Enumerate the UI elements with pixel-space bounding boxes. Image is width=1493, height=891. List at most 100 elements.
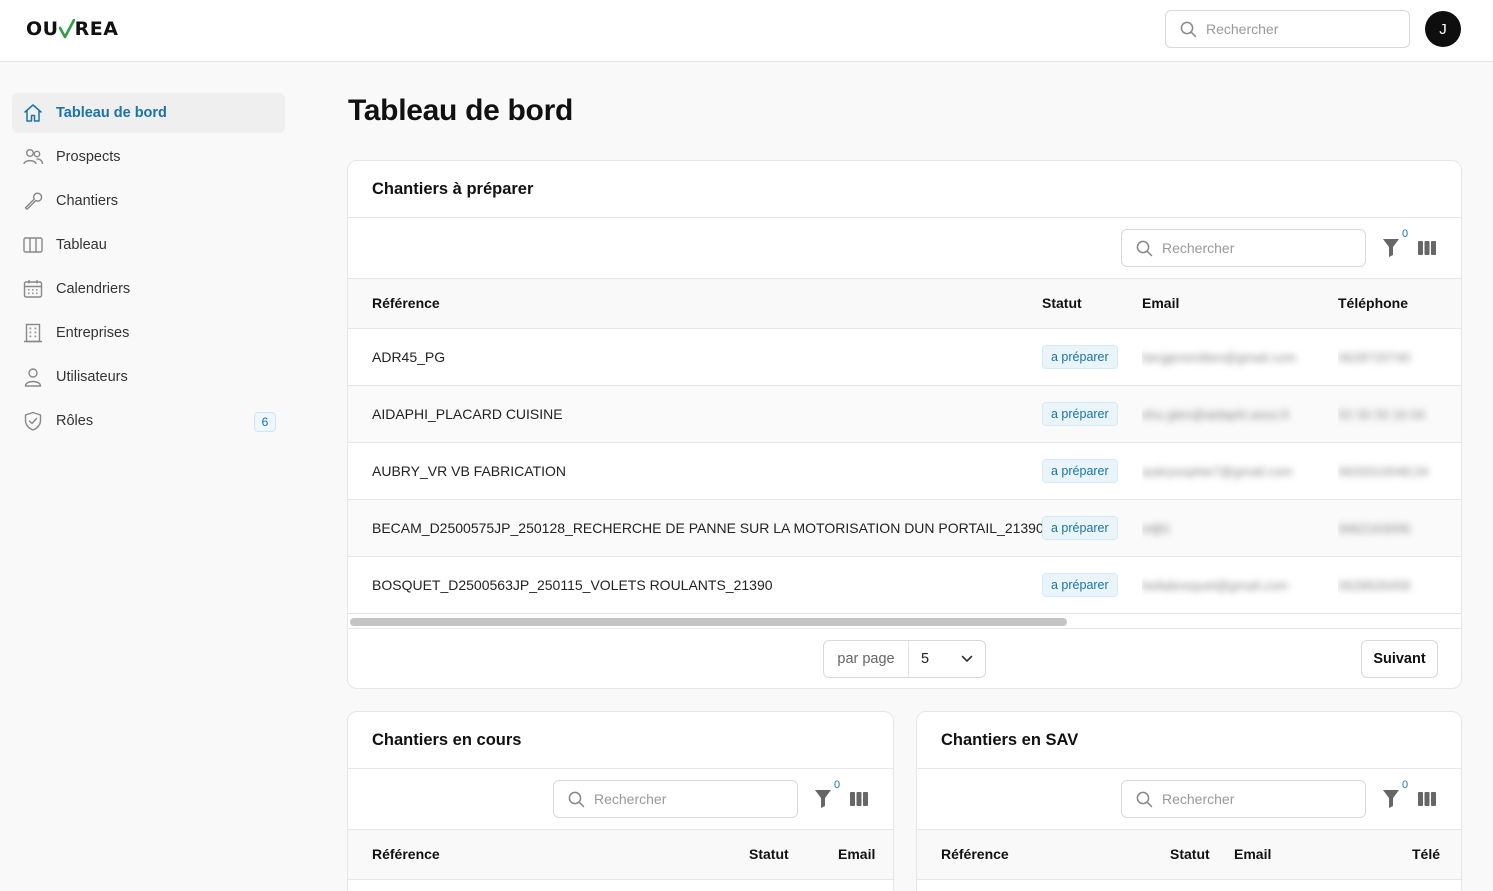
filter-button[interactable]: 0 [1382, 778, 1412, 811]
table-toolbar: 0 [348, 218, 1461, 279]
sidebar-item-label: Calendriers [56, 281, 131, 297]
cell-email: bellabosquet@gmail.com [1142, 556, 1338, 614]
column-header-reference[interactable]: Référence [348, 279, 1042, 329]
column-header-statut[interactable]: Statut [1170, 830, 1234, 880]
wrench-icon [22, 190, 44, 212]
table-search-input[interactable] [1162, 240, 1342, 256]
table-row[interactable]: ADR45_PG a préparer bergjeremilien@gmail… [348, 328, 1461, 386]
phone-value: 02 33 33 16 04 [1338, 406, 1425, 422]
cell-reference: AUBRY_VR VB FABRICATION [348, 442, 1042, 500]
table-row[interactable]: AIDAPHI_PLACARD CUISINE a préparer ehu.g… [348, 385, 1461, 443]
table-search-input[interactable] [1162, 791, 1342, 807]
cell-reference: AIDAPHI_PLACARD CUISINE [348, 385, 1042, 443]
table-row[interactable]: AUBRY_VR VB FABRICATION a préparer aubry… [348, 442, 1461, 500]
building-icon [22, 322, 44, 344]
table-search[interactable] [1121, 229, 1366, 267]
cell-reference: BECAM_D2500575JP_250128_RECHERCHE DE PAN… [348, 499, 1042, 557]
table-header-row: Référence Statut Email [348, 830, 893, 880]
calendar-icon [22, 278, 44, 300]
phone-value: 0662163006 [1338, 520, 1411, 536]
table-header-row: Référence Statut Email Téléphone [348, 279, 1461, 329]
column-header-statut[interactable]: Statut [1042, 279, 1142, 329]
home-icon [22, 102, 44, 124]
filter-button[interactable]: 0 [1382, 227, 1412, 260]
columns-toggle-icon[interactable] [1417, 240, 1437, 256]
phone-value: 0628926458 [1338, 577, 1411, 593]
user-icon [22, 366, 44, 388]
sidebar-item-label: Chantiers [56, 193, 119, 209]
status-badge: a préparer [1042, 401, 1118, 426]
columns-toggle-icon[interactable] [849, 791, 869, 807]
cell-telephone: 0662163006 [1338, 499, 1461, 557]
column-header-reference[interactable]: Référence [348, 830, 749, 880]
cell-statut: a préparer [1042, 499, 1142, 557]
column-header-telephone[interactable]: Télé [1412, 830, 1461, 880]
sidebar-item-calendriers[interactable]: Calendriers [12, 269, 285, 309]
column-header-email[interactable]: Email [1142, 279, 1338, 329]
cell-email: ehu.glen@aidaphi.asso.fr [1142, 385, 1338, 443]
scrollbar-thumb[interactable] [350, 617, 1067, 626]
columns-icon [22, 234, 44, 256]
column-header-reference[interactable]: Référence [917, 830, 1170, 880]
sidebar-item-chantiers[interactable]: Chantiers [12, 181, 285, 221]
sidebar-item-roles[interactable]: Rôles 6 [12, 401, 285, 441]
email-value: bellabosquet@gmail.com [1142, 577, 1289, 593]
cell-statut: a préparer [1042, 385, 1142, 443]
chantiers-en-cours-table: Référence Statut Email [348, 830, 893, 880]
sidebar-item-label: Tableau de bord [56, 105, 167, 121]
cell-statut: a préparer [1042, 556, 1142, 614]
per-page-label: par page [824, 640, 909, 677]
user-avatar[interactable]: J [1425, 11, 1461, 47]
sidebar-item-label: Tableau [56, 237, 107, 253]
status-badge: a préparer [1042, 344, 1118, 369]
sidebar-item-label: Entreprises [56, 325, 130, 341]
per-page-select[interactable]: par page 5 [823, 639, 986, 678]
search-icon [1180, 21, 1197, 37]
table-search[interactable] [1121, 780, 1366, 818]
next-page-button[interactable]: Suivant [1361, 639, 1438, 678]
email-value: edjhi [1142, 520, 1170, 536]
page-title: Tableau de bord [348, 94, 573, 127]
card-chantiers-en-sav: Chantiers en SAV 0 Référence Statut Emai… [916, 711, 1462, 891]
cell-statut: a préparer [1042, 442, 1142, 500]
column-header-email[interactable]: Email [1234, 830, 1412, 880]
table-pagination: par page 5 Suivant [348, 629, 1461, 689]
sidebar-item-entreprises[interactable]: Entreprises [12, 313, 285, 353]
cell-statut: a préparer [1042, 328, 1142, 386]
top-bar: OU REA J [0, 0, 1493, 62]
filter-button[interactable]: 0 [814, 778, 844, 811]
ouvrea-logo[interactable]: OU REA [26, 18, 118, 40]
table-row[interactable]: BECAM_D2500575JP_250128_RECHERCHE DE PAN… [348, 499, 1461, 557]
cell-telephone: 0628926458 [1338, 556, 1461, 614]
table-toolbar: 0 [917, 769, 1461, 830]
sidebar-item-prospects[interactable]: Prospects [12, 137, 285, 177]
filter-icon [1383, 239, 1399, 257]
email-value: ehu.glen@aidaphi.asso.fr [1142, 406, 1290, 422]
shield-check-icon [22, 410, 44, 432]
logo-text-right: REA [74, 18, 119, 40]
email-value: bergjeremilien@gmail.com [1142, 349, 1297, 365]
sidebar-item-tableau-de-bord[interactable]: Tableau de bord [12, 93, 285, 133]
cell-email: aubrysophie7@gmail.com [1142, 442, 1338, 500]
horizontal-scrollbar[interactable] [348, 613, 1461, 629]
columns-toggle-icon[interactable] [1417, 791, 1437, 807]
table-search-input[interactable] [594, 791, 774, 807]
cell-reference: BOSQUET_D2500563JP_250115_VOLETS ROULANT… [348, 556, 1042, 614]
table-header-row: Référence Statut Email Télé [917, 830, 1461, 880]
card-title: Chantiers à préparer [348, 161, 1461, 218]
column-header-email[interactable]: Email [838, 830, 893, 880]
sidebar-item-label: Rôles [56, 413, 94, 429]
column-header-statut[interactable]: Statut [749, 830, 838, 880]
sidebar-item-utilisateurs[interactable]: Utilisateurs [12, 357, 285, 397]
global-search[interactable] [1165, 10, 1410, 48]
card-title: Chantiers en cours [348, 712, 893, 769]
cell-telephone: 0633310048,04 [1338, 442, 1461, 500]
sidebar-item-tableau[interactable]: Tableau [12, 225, 285, 265]
table-search[interactable] [553, 780, 798, 818]
sidebar-nav: Tableau de bord Prospects Chantiers Tabl… [12, 93, 285, 445]
table-row[interactable]: BOSQUET_D2500563JP_250115_VOLETS ROULANT… [348, 556, 1461, 614]
global-search-input[interactable] [1206, 21, 1386, 37]
status-badge: a préparer [1042, 572, 1118, 597]
column-header-telephone[interactable]: Téléphone [1338, 279, 1461, 329]
filter-icon [1383, 790, 1399, 808]
